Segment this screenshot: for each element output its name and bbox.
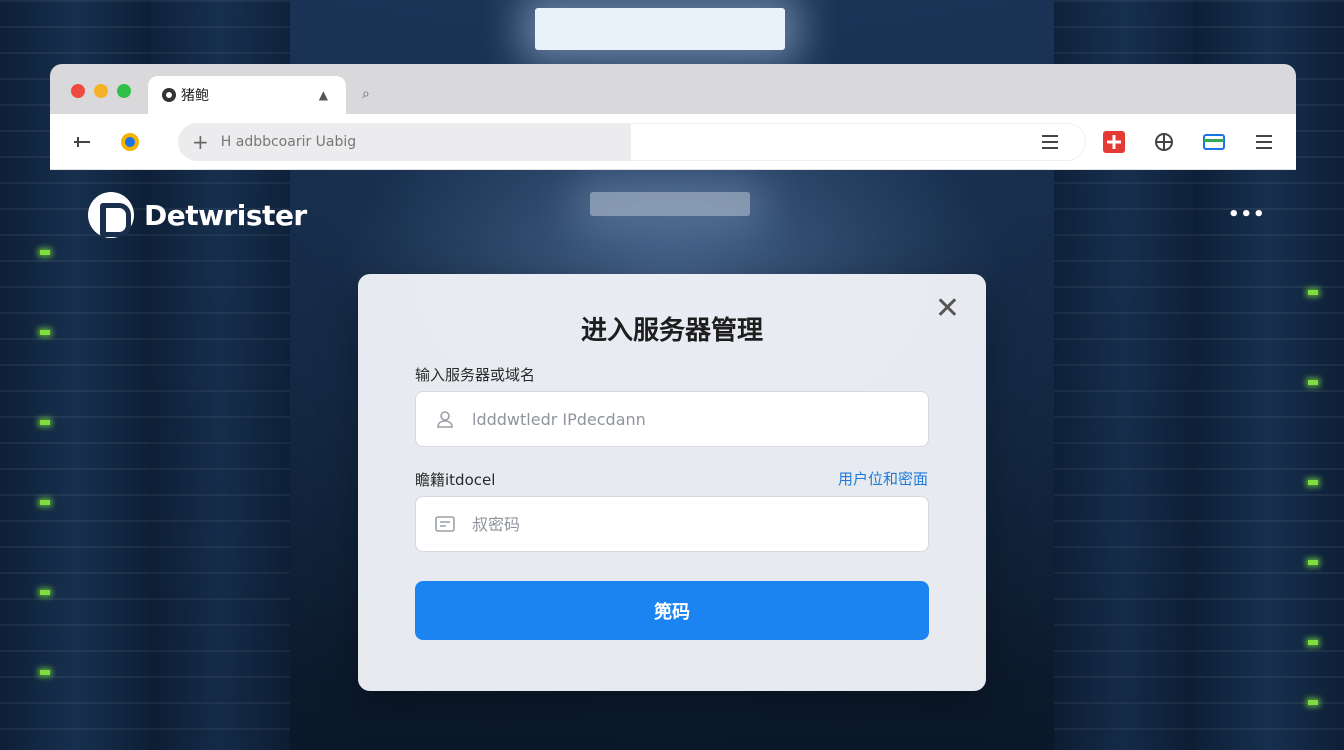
new-tab-icon[interactable]: ⌕ [362, 86, 370, 102]
host-input[interactable] [472, 409, 928, 429]
more-options-icon[interactable]: ••• [1228, 204, 1266, 225]
rack-led [1308, 290, 1318, 295]
rack-led [1308, 380, 1318, 385]
rack-led [1308, 560, 1318, 565]
browser-tab[interactable]: 猪鲍 ▲ [148, 76, 346, 114]
rack-led [40, 500, 50, 505]
password-input[interactable] [472, 514, 928, 534]
browser-toolbar: + H adbbcoarir Uabig [50, 114, 1296, 170]
wallet-icon[interactable] [1202, 130, 1226, 154]
address-text: H adbbcoarir Uabig [220, 134, 357, 150]
ceiling-light [535, 8, 785, 50]
dialog-title: 进入服务器管理 [580, 316, 763, 346]
rack-led [1308, 700, 1318, 705]
host-label: 输入服务器或域名 [415, 366, 536, 384]
host-field[interactable] [415, 391, 929, 447]
logo-icon [88, 192, 134, 238]
hamburger-icon[interactable] [1252, 130, 1276, 154]
window-close-button[interactable] [71, 84, 85, 98]
logo-text: Detwrister [144, 198, 307, 232]
red-extension-icon[interactable] [1102, 130, 1126, 154]
address-bar[interactable]: + H adbbcoarir Uabig [178, 123, 630, 161]
password-field[interactable] [415, 496, 929, 552]
ceiling-light-far [590, 192, 750, 216]
user-icon [434, 408, 456, 430]
tab-close-icon[interactable]: ▲ [319, 88, 328, 102]
menu-icon[interactable] [1038, 130, 1062, 154]
password-label: 瞻籍itdocel [415, 471, 496, 489]
globe-icon[interactable] [1152, 130, 1176, 154]
rack-led [40, 250, 50, 255]
site-icon[interactable] [118, 130, 142, 154]
address-bar-extension[interactable] [630, 123, 1086, 161]
tab-bar: 猪鲍 ▲ ⌕ [50, 64, 1296, 114]
key-card-icon [434, 513, 456, 535]
rack-led [1308, 480, 1318, 485]
rack-led [40, 590, 50, 595]
rack-led [40, 670, 50, 675]
server-login-dialog: ✕ 进入服务器管理 输入服务器或域名 瞻籍itdocel 用户位和密面 篼码 [358, 274, 986, 691]
favicon-icon [162, 88, 176, 102]
submit-button[interactable]: 篼码 [415, 581, 929, 640]
rack-led [40, 330, 50, 335]
site-logo[interactable]: Detwrister [88, 192, 307, 238]
plus-icon: + [192, 130, 209, 154]
rack-led [40, 420, 50, 425]
rack-led [1308, 640, 1318, 645]
tab-title: 猪鲍 [181, 88, 209, 104]
window-maximize-button[interactable] [117, 84, 131, 98]
browser-window: 猪鲍 ▲ ⌕ + H adbbcoarir Uabig [50, 64, 1296, 170]
back-icon[interactable] [70, 130, 94, 154]
window-minimize-button[interactable] [94, 84, 108, 98]
credentials-link[interactable]: 用户位和密面 [838, 468, 928, 489]
